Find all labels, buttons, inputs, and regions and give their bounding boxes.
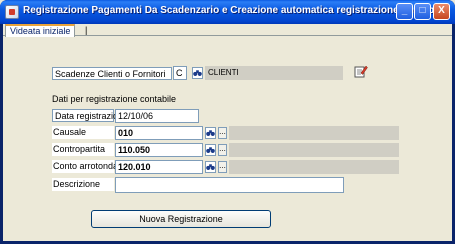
tab-videata-iniziale[interactable]: Videata iniziale	[5, 24, 76, 37]
client-area: Videata iniziale | Scadenze Clienti o Fo…	[3, 24, 452, 241]
descrizione-field[interactable]	[115, 177, 344, 193]
title-bar: Registrazione Pagamenti Da Scadenzario e…	[0, 0, 455, 24]
window-title: Registrazione Pagamenti Da Scadenzario e…	[23, 5, 446, 16]
tab-separator: |	[85, 25, 88, 35]
section-heading: Dati per registrazione contabile	[52, 94, 177, 104]
causale-lookup-button[interactable]: ...	[218, 127, 227, 139]
binoculars-icon[interactable]	[192, 67, 203, 79]
data-registrazione-label: Data registrazione	[52, 109, 128, 122]
causale-description	[229, 126, 399, 140]
window-border-left	[0, 24, 3, 244]
contropartita-field[interactable]: 110.050	[115, 143, 203, 157]
conto-arrotondamenti-label: Conto arrotondamenti	[52, 160, 141, 173]
app-window: Registrazione Pagamenti Da Scadenzario e…	[0, 0, 455, 244]
data-registrazione-field[interactable]: 12/10/06	[115, 109, 199, 123]
close-button[interactable]: X	[433, 3, 450, 20]
edit-icon[interactable]	[354, 64, 368, 78]
binoculars-icon[interactable]	[205, 161, 216, 173]
app-icon	[5, 5, 19, 19]
scadenze-description: CLIENTI	[205, 66, 343, 80]
minimize-button[interactable]: _	[396, 3, 413, 20]
tab-strip: Videata iniziale |	[3, 24, 452, 37]
causale-label: Causale	[52, 126, 114, 139]
conto-arrotondamenti-field[interactable]: 120.010	[115, 160, 203, 174]
conto-arrotondamenti-description	[229, 160, 399, 174]
descrizione-label: Descrizione	[52, 178, 114, 191]
contropartita-label: Contropartita	[52, 143, 114, 156]
scadenze-label: Scadenze Clienti o Fornitori	[52, 67, 172, 80]
contropartita-description	[229, 143, 399, 157]
binoculars-icon[interactable]	[205, 127, 216, 139]
conto-arrotondamenti-lookup-button[interactable]: ...	[218, 161, 227, 173]
binoculars-icon[interactable]	[205, 144, 216, 156]
contropartita-lookup-button[interactable]: ...	[218, 144, 227, 156]
maximize-button[interactable]: □	[414, 3, 431, 20]
causale-field[interactable]: 010	[115, 126, 203, 140]
scadenze-code-field[interactable]: C	[173, 66, 187, 80]
nuova-registrazione-button[interactable]: Nuova Registrazione	[91, 210, 271, 228]
